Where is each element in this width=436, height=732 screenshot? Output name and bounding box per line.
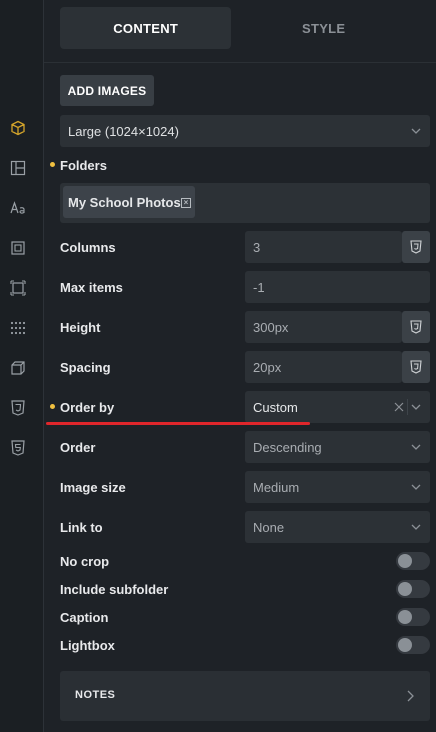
layout-icon[interactable] (8, 158, 28, 178)
link-to-label: Link to (60, 520, 103, 535)
annotation-underline (46, 422, 310, 425)
image-size-label: Image size (60, 480, 126, 495)
chevron-right-icon (407, 690, 414, 702)
grid-dots-icon[interactable] (8, 318, 28, 338)
tab-style[interactable]: STYLE (231, 7, 416, 49)
cube-icon[interactable] (8, 118, 28, 138)
modified-indicator-dot (50, 404, 55, 409)
css3-icon[interactable] (8, 398, 28, 418)
css3-icon[interactable] (402, 351, 430, 383)
chevron-down-icon (411, 484, 421, 490)
tab-bar: CONTENT STYLE (60, 7, 416, 49)
folders-input[interactable]: My School Photos × (60, 183, 430, 223)
chip-remove-icon[interactable]: × (181, 198, 191, 208)
include-subfolder-toggle[interactable] (396, 580, 430, 598)
chevron-down-icon (411, 524, 421, 530)
image-size-select[interactable]: Medium (245, 471, 430, 503)
image-resolution-value: Large (1024×1024) (68, 123, 179, 139)
add-images-button[interactable]: ADD IMAGES (60, 75, 154, 106)
3d-box-icon[interactable] (8, 358, 28, 378)
lightbox-toggle[interactable] (396, 636, 430, 654)
max-items-input[interactable]: -1 (245, 271, 430, 303)
no-crop-toggle[interactable] (396, 552, 430, 570)
include-subfolder-label: Include subfolder (60, 582, 169, 597)
folder-chip-label: My School Photos (68, 194, 181, 210)
caption-toggle[interactable] (396, 608, 430, 626)
notes-label: NOTES (75, 689, 116, 701)
columns-input[interactable]: 3 (245, 231, 402, 263)
left-icon-rail (0, 0, 44, 732)
folder-chip: My School Photos × (63, 186, 195, 218)
columns-label: Columns (60, 240, 116, 255)
content-panel: CONTENT STYLE ADD IMAGES Large (1024×102… (44, 0, 436, 732)
order-select[interactable]: Descending (245, 431, 430, 463)
order-by-select[interactable]: Custom (245, 391, 430, 423)
box-icon[interactable] (8, 278, 28, 298)
height-label: Height (60, 320, 101, 335)
order-by-label: Order by (60, 400, 115, 415)
modified-indicator-dot (50, 162, 55, 167)
css3-icon[interactable] (402, 311, 430, 343)
typography-icon[interactable] (8, 198, 28, 218)
spacing-label: Spacing (60, 360, 111, 375)
link-to-select[interactable]: None (245, 511, 430, 543)
height-input[interactable]: 300px (245, 311, 402, 343)
image-resolution-select[interactable]: Large (1024×1024) (60, 115, 430, 147)
chevron-down-icon (411, 444, 421, 450)
folders-label: Folders (60, 158, 107, 173)
css3-icon[interactable] (402, 231, 430, 263)
order-label: Order (60, 440, 96, 455)
order-value: Descending (253, 439, 322, 455)
html5-icon[interactable] (8, 438, 28, 458)
notes-accordion[interactable]: NOTES (60, 671, 430, 721)
spacing-icon[interactable] (8, 238, 28, 258)
no-crop-label: No crop (60, 554, 110, 569)
order-by-value: Custom (253, 399, 298, 415)
max-items-label: Max items (60, 280, 123, 295)
select-separator (407, 399, 408, 415)
divider (44, 62, 436, 63)
tab-content[interactable]: CONTENT (60, 7, 232, 49)
lightbox-label: Lightbox (60, 638, 115, 653)
caption-label: Caption (60, 610, 109, 625)
link-to-value: None (253, 519, 285, 535)
clear-icon[interactable] (394, 402, 404, 412)
chevron-down-icon (411, 404, 421, 410)
spacing-input[interactable]: 20px (245, 351, 402, 383)
chevron-down-icon (411, 128, 421, 134)
image-size-value: Medium (253, 479, 300, 495)
